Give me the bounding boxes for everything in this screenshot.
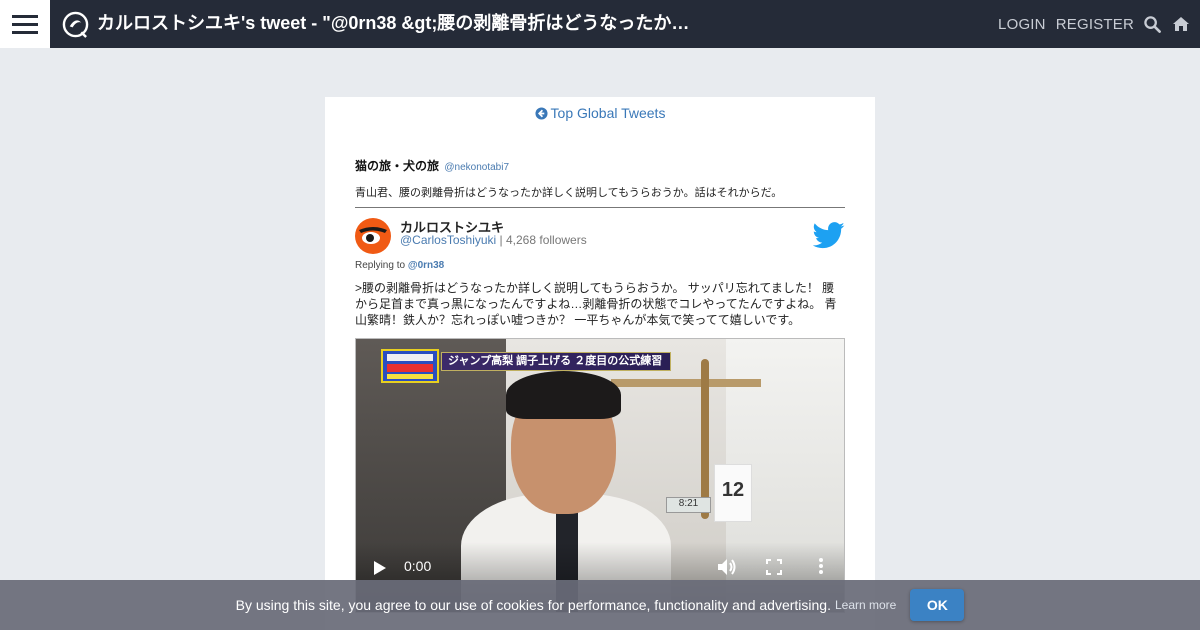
arrow-circle-left-icon [534,107,548,120]
author-meta: @CarlosToshiyuki | 4,268 followers [400,233,587,247]
video-plant [701,359,709,519]
top-global-tweets-link[interactable]: Top Global Tweets [325,105,875,121]
replying-to-handle[interactable]: @0rn38 [408,260,444,271]
page-title: カルロストシユキ's tweet - "@0rn38 &gt;腰の剥離骨折はどう… [97,13,697,33]
tweet-card: Top Global Tweets 猫の旅・犬の旅 @nekonotabi7 青… [325,97,875,630]
video-shelf [611,379,761,387]
video-player[interactable]: 12 8:21 ジャンプ高梨 調子上げる ２度目の公式練習 0:00 [355,338,845,613]
site-logo-icon[interactable] [62,11,89,38]
learn-more-link[interactable]: Learn more [835,598,896,612]
volume-icon[interactable] [716,557,738,577]
fullscreen-icon[interactable] [766,559,782,575]
follower-count: | 4,268 followers [496,233,587,247]
menu-icon[interactable] [0,0,50,48]
cookie-message: By using this site, you agree to our use… [235,597,831,613]
quoted-author-name: 猫の旅・犬の旅 [355,159,440,173]
quoted-author-handle[interactable]: @nekonotabi7 [444,162,509,173]
twitter-bird-icon[interactable] [813,222,845,249]
author-handle[interactable]: @CarlosToshiyuki [400,233,496,247]
play-icon[interactable] [373,560,387,576]
tv-program-logo [381,349,439,383]
back-link-label: Top Global Tweets [550,105,666,121]
replying-prefix: Replying to [355,260,408,271]
video-clock: 8:21 [666,497,711,513]
login-link[interactable]: LOGIN [998,16,1046,33]
tweet-text: >腰の剥離骨折はどうなったか詳しく説明してもうらおうか。 サッパリ忘れてました！… [355,281,837,327]
video-time: 0:00 [404,558,432,574]
divider [355,207,845,208]
quoted-tweet-text: 青山君、腰の剥離骨折はどうなったか詳しく説明してもうらおうか。話はそれからだ。 [355,187,783,199]
avatar[interactable] [355,218,391,254]
search-icon[interactable] [1144,15,1162,33]
video-person-hair [506,371,621,419]
video-caption-banner: ジャンプ高梨 調子上げる ２度目の公式練習 [441,352,671,371]
quoted-tweet: 猫の旅・犬の旅 @nekonotabi7 青山君、腰の剥離骨折はどうなったか詳し… [355,157,845,200]
top-navigation-bar: カルロストシユキ's tweet - "@0rn38 &gt;腰の剥離骨折はどう… [0,0,1200,48]
register-link[interactable]: REGISTER [1056,16,1134,33]
replying-to: Replying to @0rn38 [355,260,444,271]
ok-button[interactable]: OK [910,589,965,621]
nav-right: LOGIN REGISTER [998,0,1200,48]
home-icon[interactable] [1172,15,1190,33]
video-calendar: 12 [714,464,752,522]
cookie-consent-bar: By using this site, you agree to our use… [0,580,1200,630]
more-options-icon[interactable] [818,557,824,575]
